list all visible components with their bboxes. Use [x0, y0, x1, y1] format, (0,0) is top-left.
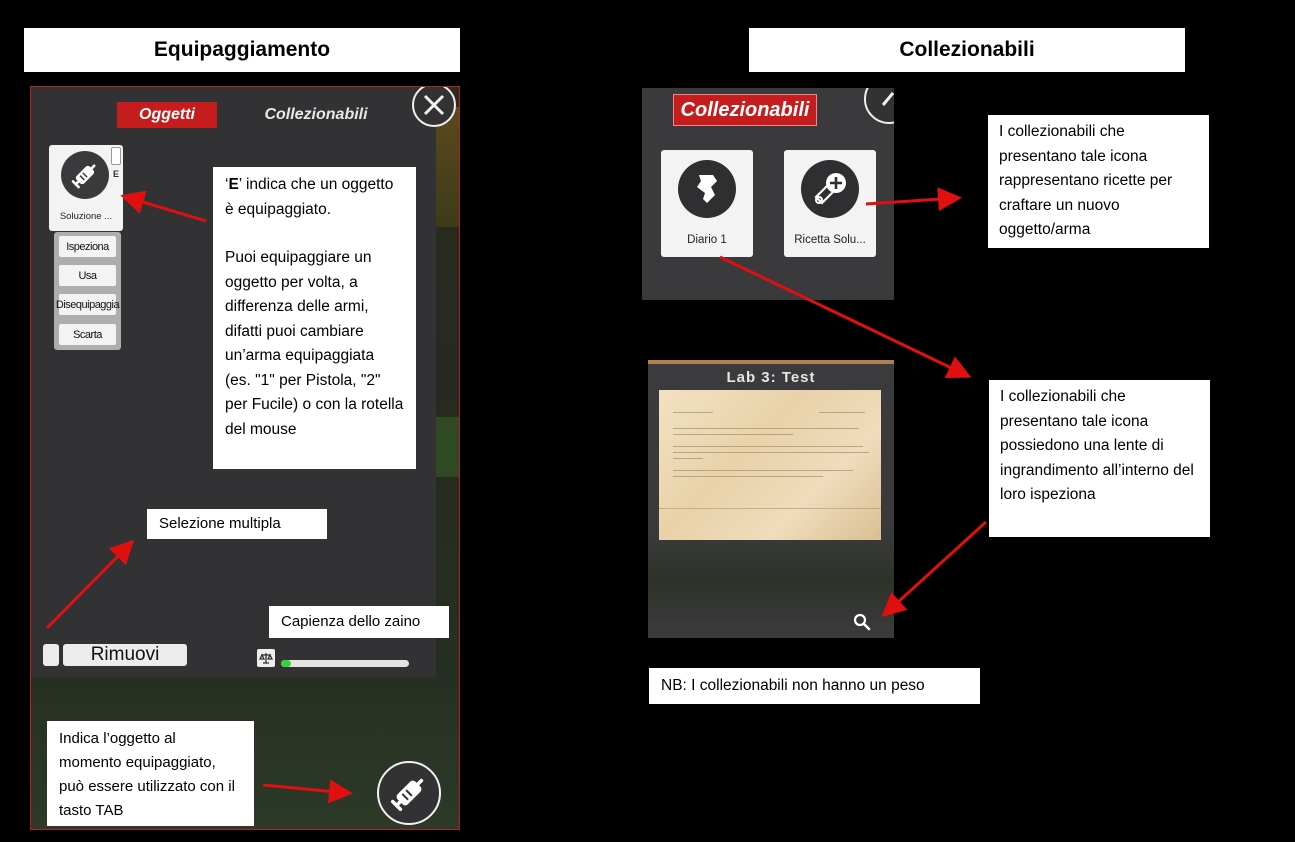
arrow-to-equipped-badge: [120, 190, 207, 223]
arrow-to-equipped-slot: [262, 779, 353, 804]
arrow-to-magnifier: [881, 520, 988, 618]
arrow-to-multi-select: [45, 539, 135, 630]
arrow-to-recipe-note: [865, 187, 962, 212]
annotation-arrows-layer: [45, 187, 988, 804]
arrow-from-diario: [719, 255, 972, 379]
